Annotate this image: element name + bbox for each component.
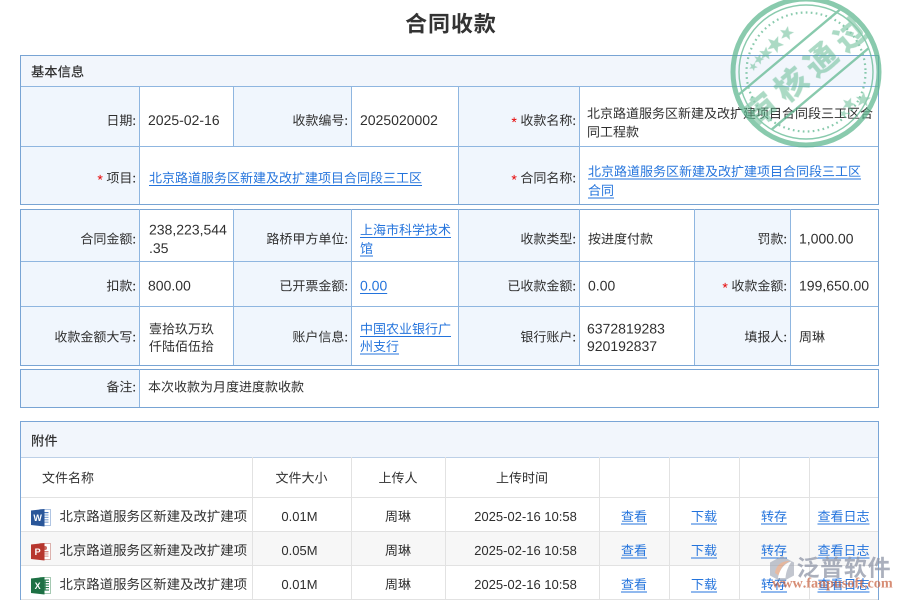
svg-text:X: X (35, 581, 41, 591)
svg-text:P: P (35, 547, 41, 557)
svg-text:W: W (33, 513, 42, 523)
